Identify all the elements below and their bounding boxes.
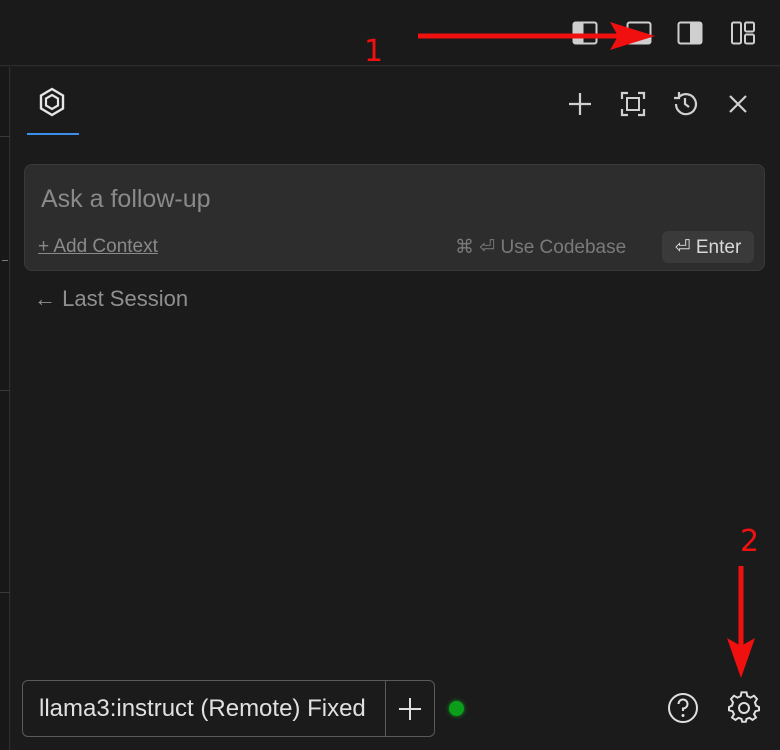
- active-tab-indicator: [27, 133, 79, 135]
- model-label[interactable]: llama3:instruct (Remote) Fixed: [39, 695, 385, 723]
- add-model-button[interactable]: [386, 681, 434, 736]
- chat-panel: + Add Context ⌘ ⏎ Use Codebase ⏎ Enter ←…: [11, 67, 780, 750]
- gear-icon[interactable]: [727, 691, 761, 725]
- plus-icon: [399, 697, 421, 720]
- history-icon[interactable]: [670, 89, 700, 119]
- enter-button[interactable]: ⏎ Enter: [662, 231, 754, 263]
- annotation-label-1: 1: [364, 34, 384, 69]
- model-selector[interactable]: llama3:instruct (Remote) Fixed: [22, 680, 435, 737]
- divider: [0, 390, 10, 391]
- editor-edge: [0, 67, 10, 750]
- last-session-link[interactable]: ← Last Session: [34, 286, 188, 312]
- fullscreen-icon[interactable]: [618, 89, 648, 119]
- toggle-panel-icon[interactable]: [625, 19, 653, 47]
- use-codebase-button[interactable]: ⌘ ⏎ Use Codebase: [455, 236, 626, 259]
- toggle-secondary-sidebar-icon[interactable]: [676, 19, 704, 47]
- help-icon[interactable]: [666, 691, 700, 725]
- divider: [2, 260, 8, 261]
- divider: [0, 136, 10, 137]
- close-icon[interactable]: [723, 89, 753, 119]
- title-bar: [0, 0, 780, 66]
- divider: [0, 592, 10, 593]
- toggle-primary-sidebar-icon[interactable]: [571, 19, 599, 47]
- add-context-button[interactable]: + Add Context: [38, 236, 158, 258]
- follow-up-input[interactable]: [41, 181, 741, 217]
- annotation-label-2: 2: [740, 524, 760, 559]
- plus-icon[interactable]: [565, 89, 595, 119]
- chat-input-box: + Add Context ⌘ ⏎ Use Codebase ⏎ Enter: [24, 164, 765, 271]
- customize-layout-icon[interactable]: [729, 19, 757, 47]
- status-indicator: [449, 701, 464, 716]
- continue-logo-icon[interactable]: [37, 87, 67, 117]
